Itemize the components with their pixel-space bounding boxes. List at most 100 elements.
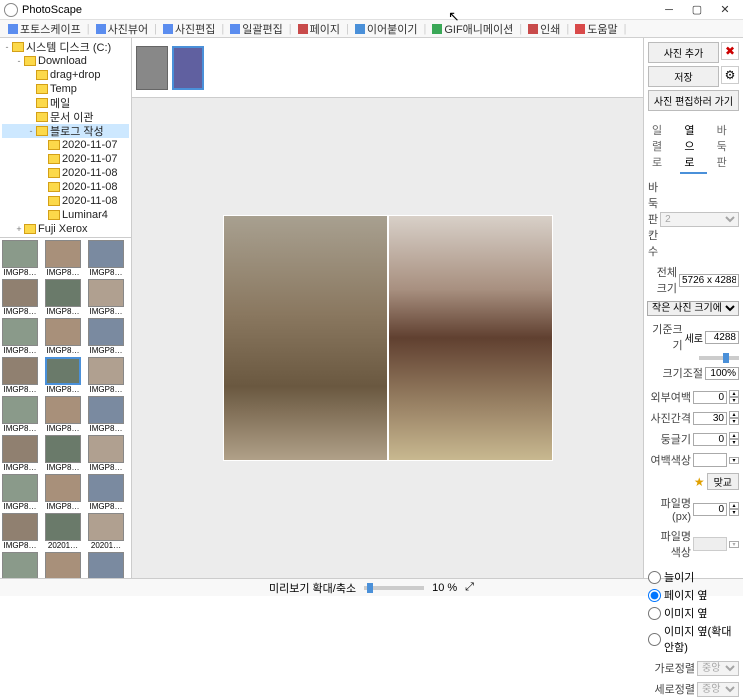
tree-expand-icon[interactable]: - — [14, 56, 24, 66]
round-spinner[interactable]: ▴▾ — [729, 432, 739, 446]
outer-margin-spinner[interactable]: ▴▾ — [729, 390, 739, 404]
radio-input[interactable] — [648, 589, 661, 602]
tree-row[interactable]: drag+drop — [2, 68, 129, 82]
radio-페이지 옆[interactable]: 페이지 옆 — [648, 587, 739, 603]
preview-canvas[interactable] — [132, 98, 643, 578]
toolbar-페이지[interactable]: 페이지 — [294, 21, 344, 37]
thumbnail[interactable]: 20201… — [88, 513, 124, 550]
thumbnail-panel[interactable]: IMGP8…IMGP8…IMGP8…IMGP8…IMGP8…IMGP8…IMGP… — [0, 238, 131, 578]
tree-expand-icon[interactable]: + — [14, 224, 24, 234]
add-photo-button[interactable]: 사진 추가 — [648, 42, 719, 63]
radio-늘이기[interactable]: 늘이기 — [648, 569, 739, 585]
fit-icon[interactable]: ⤢ — [465, 581, 474, 594]
thumbnail[interactable]: IMGP8… — [2, 357, 38, 394]
thumbnail[interactable]: IMGP8… — [45, 279, 81, 316]
selected-strip[interactable] — [132, 38, 643, 98]
toolbar-GIF애니메이션[interactable]: GIF애니메이션 — [428, 21, 517, 37]
folder-tree[interactable]: -시스템 디스크 (C:)-Downloaddrag+dropTemp메일문서 … — [0, 38, 131, 238]
toolbar-인쇄[interactable]: 인쇄 — [524, 21, 564, 37]
toolbar-이어붙이기[interactable]: 이어붙이기 — [351, 21, 422, 37]
remove-icon[interactable]: ✖ — [721, 42, 739, 60]
thumbnail[interactable]: IMGP8… — [45, 435, 81, 472]
toolbar-도움말[interactable]: 도움말 — [571, 21, 621, 37]
thumbnail[interactable]: 20201… — [88, 552, 124, 578]
close-button[interactable]: ✕ — [711, 1, 739, 19]
photo-gap-input[interactable] — [693, 412, 727, 425]
base-size-slider[interactable] — [699, 356, 739, 360]
maximize-button[interactable]: ▢ — [683, 1, 711, 19]
thumbnail[interactable]: IMGP8… — [88, 240, 124, 277]
toolbar-포토스케이프[interactable]: 포토스케이프 — [4, 21, 85, 37]
tree-row[interactable]: +Fuji Xerox — [2, 222, 129, 236]
thumbnail-image — [45, 513, 81, 541]
thumbnail[interactable]: IMGP8… — [88, 357, 124, 394]
thumbnail[interactable]: IMGP8… — [45, 396, 81, 433]
tree-row[interactable]: 2020-11-08 — [2, 180, 129, 194]
toolbar-icon — [298, 24, 308, 34]
round-input[interactable] — [693, 433, 727, 446]
toolbar-사진편집[interactable]: 사진편집 — [159, 21, 219, 37]
tab-일렬로[interactable]: 일렬로 — [648, 120, 674, 174]
thumbnail[interactable]: IMGP8… — [88, 435, 124, 472]
tree-expand-icon[interactable]: - — [26, 126, 36, 136]
minimize-button[interactable]: ─ — [655, 1, 683, 19]
tree-row[interactable]: -시스템 디스크 (C:) — [2, 40, 129, 54]
base-size-input[interactable] — [705, 331, 739, 344]
thumbnail[interactable]: 20201… — [45, 513, 81, 550]
thumbnail[interactable]: IMGP8… — [88, 318, 124, 355]
toolbar-일괄편집[interactable]: 일괄편집 — [226, 21, 286, 37]
radio-이미지 옆(확대안함)[interactable]: 이미지 옆(확대안함) — [648, 623, 739, 655]
radio-input[interactable] — [648, 633, 661, 646]
thumbnail[interactable]: IMGP8… — [2, 513, 38, 550]
goto-editor-button[interactable]: 사진 편집하러 가기 — [648, 90, 739, 111]
radio-input[interactable] — [648, 607, 661, 620]
tree-row[interactable]: 2020-11-07 — [2, 152, 129, 166]
thumbnail[interactable]: IMGP8… — [45, 357, 81, 394]
file-name-input[interactable] — [693, 503, 727, 516]
strip-thumb[interactable] — [136, 46, 168, 90]
thumbnail[interactable]: IMGP8… — [45, 474, 81, 511]
tree-row[interactable]: 문서 이관 — [2, 110, 129, 124]
fit-mode-select[interactable]: 작은 사진 크기에 맞춤 — [647, 301, 739, 316]
toolbar-사진뷰어[interactable]: 사진뷰어 — [92, 21, 152, 37]
thumbnail[interactable]: IMGP8… — [2, 318, 38, 355]
photo-gap-spinner[interactable]: ▴▾ — [729, 411, 739, 425]
thumbnail[interactable]: IMGP8… — [2, 240, 38, 277]
thumbnail[interactable]: 20201… — [45, 552, 81, 578]
tab-열으로[interactable]: 열으로 — [680, 120, 706, 174]
tree-row[interactable]: 2020-11-08 — [2, 194, 129, 208]
tree-row[interactable]: -Download — [2, 54, 129, 68]
thumbnail[interactable]: IMGP8… — [88, 279, 124, 316]
toolbar-icon — [528, 24, 538, 34]
outer-margin-input[interactable] — [693, 391, 727, 404]
thumbnail-image — [2, 513, 38, 541]
thumbnail[interactable]: IMGP8… — [2, 474, 38, 511]
settings-icon[interactable]: ⚙ — [721, 66, 739, 84]
size-adjust-input[interactable] — [705, 367, 739, 380]
strip-thumb[interactable] — [172, 46, 204, 90]
thumbnail[interactable]: IMGP8… — [45, 318, 81, 355]
thumbnail[interactable]: IMGP8… — [2, 435, 38, 472]
tree-row[interactable]: Temp — [2, 82, 129, 96]
switch-button[interactable]: 맞교 — [707, 473, 739, 490]
file-name-spinner[interactable]: ▴▾ — [729, 502, 739, 516]
bg-color-swatch[interactable] — [693, 453, 727, 467]
tree-row[interactable]: 2020-11-08 — [2, 166, 129, 180]
radio-이미지 옆[interactable]: 이미지 옆 — [648, 605, 739, 621]
thumbnail[interactable]: IMGP8… — [45, 240, 81, 277]
tree-expand-icon[interactable]: - — [2, 42, 12, 52]
tree-row[interactable]: Luminar4 — [2, 208, 129, 222]
thumbnail[interactable]: IMGP8… — [88, 474, 124, 511]
tree-row[interactable]: -블로그 작성 — [2, 124, 129, 138]
bg-color-dropdown-icon[interactable]: ▾ — [729, 457, 739, 464]
radio-input[interactable] — [648, 571, 661, 584]
zoom-slider[interactable] — [364, 586, 424, 590]
tree-row[interactable]: 메일 — [2, 96, 129, 110]
tab-바둑판[interactable]: 바둑판 — [713, 120, 739, 174]
thumbnail[interactable]: 20201… — [2, 552, 38, 578]
thumbnail[interactable]: IMGP8… — [88, 396, 124, 433]
tree-row[interactable]: 2020-11-07 — [2, 138, 129, 152]
save-button[interactable]: 저장 — [648, 66, 719, 87]
thumbnail[interactable]: IMGP8… — [2, 279, 38, 316]
thumbnail[interactable]: IMGP8… — [2, 396, 38, 433]
